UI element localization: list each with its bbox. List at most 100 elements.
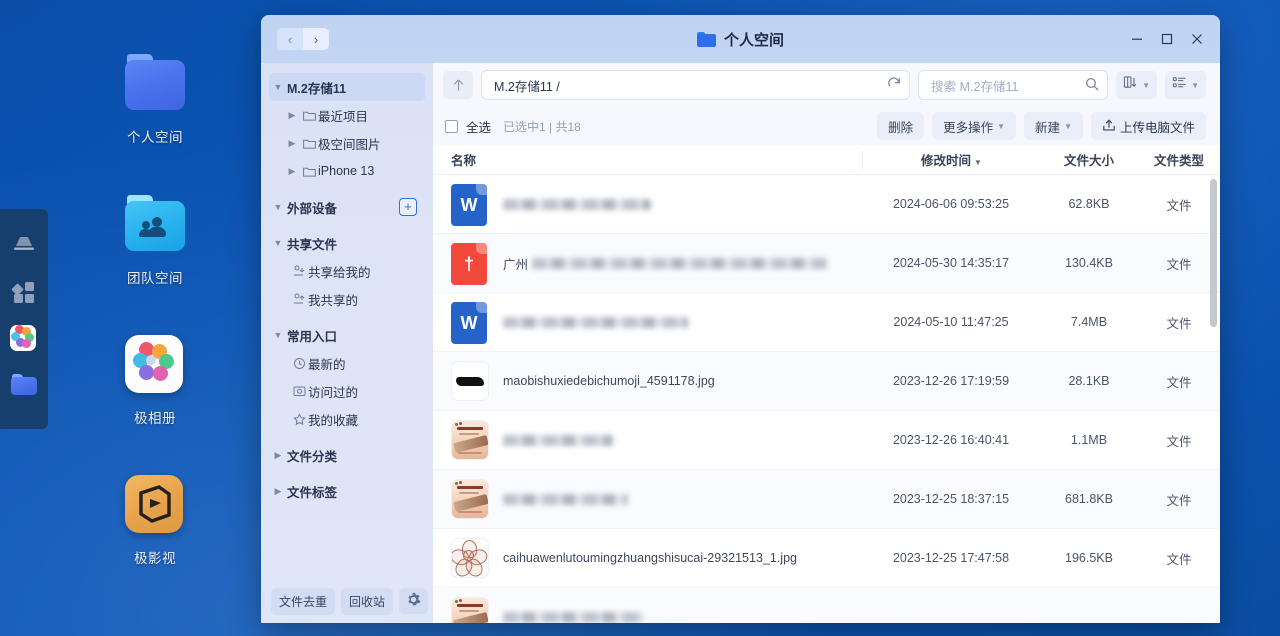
action-label: 更多操作 [943, 120, 994, 135]
chevron-down-icon[interactable]: ▼ [269, 82, 287, 92]
cell-name: maobishuxiedebichumoji_4591178.jpg [433, 359, 862, 403]
sidebar-item-jikong-images[interactable]: ▶ 极空间图片 [269, 129, 425, 157]
select-all-label[interactable]: 全选 [466, 117, 491, 136]
sidebar-item-common-entries[interactable]: ▼ 常用入口 [269, 321, 425, 349]
sidebar-item-label: 最新的 [308, 357, 346, 372]
path-input[interactable]: M.2存储11 / [481, 70, 911, 100]
chevron-right-icon[interactable]: ▶ [283, 110, 301, 121]
chevron-down-icon[interactable]: ▼ [269, 238, 287, 248]
recycle-bin-button[interactable]: 回收站 [341, 587, 394, 615]
search-icon[interactable] [1085, 77, 1099, 94]
cell-name: caihuawenlutoumingzhuangshisucai-2932151… [433, 536, 862, 580]
action-buttons: 删除 更多操作 ▼ 新建 ▼ 上传电脑文件 [877, 112, 1206, 140]
cell-file-type: 文件 [1166, 198, 1192, 213]
table-row[interactable]: 2023-12-26 16:40:41 1.1MB 文件 [433, 411, 1220, 470]
chevron-right-icon[interactable]: ▶ [283, 138, 301, 149]
select-all-checkbox[interactable] [445, 119, 458, 133]
sidebar-item-iphone-13[interactable]: ▶ iPhone 13 [269, 157, 425, 185]
view-mode-button[interactable]: ▼ [1165, 71, 1206, 99]
share-out-icon [291, 293, 308, 305]
photos-app-icon[interactable] [10, 325, 38, 353]
cell-file-type: 文件 [1166, 434, 1192, 449]
desktop-icon-team-space[interactable]: 团队空间 [95, 193, 215, 287]
table-row[interactable]: † 广州 2024-05-30 14:35:17 130.4KB 文件 [433, 234, 1220, 293]
column-header-type[interactable]: 文件类型 [1138, 150, 1220, 169]
go-up-button[interactable] [443, 71, 473, 99]
cell-modified-time: 2024-05-10 11:47:25 [893, 315, 1009, 329]
sidebar-item-file-categories[interactable]: ▶ 文件分类 [269, 441, 425, 469]
forward-button[interactable]: › [303, 28, 329, 50]
sidebar-item-favorites[interactable]: 我的收藏 [269, 405, 425, 433]
desktop-icon-photos-app[interactable]: 极相册 [95, 333, 215, 427]
cell-modified-time: 2023-12-25 17:47:58 [892, 551, 1010, 565]
minimize-button[interactable] [1122, 24, 1152, 54]
sidebar-item-m2-storage[interactable]: ▼ M.2存储11 [269, 73, 425, 101]
settings-button[interactable] [399, 588, 429, 614]
files-folder-icon[interactable] [10, 373, 38, 401]
vertical-scrollbar[interactable] [1210, 179, 1217, 327]
back-button[interactable]: ‹ [277, 28, 303, 50]
refresh-icon[interactable] [887, 77, 901, 93]
folder-people-icon [122, 193, 188, 255]
sort-desc-icon: ▼ [974, 158, 982, 167]
sidebar-item-i-shared[interactable]: 我共享的 [269, 285, 425, 313]
gear-icon [406, 592, 421, 610]
upload-files-button[interactable]: 上传电脑文件 [1090, 112, 1206, 140]
sidebar-item-visited[interactable]: 访问过的 [269, 377, 425, 405]
action-label: 删除 [888, 120, 914, 135]
chevron-right-icon[interactable]: ▶ [269, 486, 287, 497]
sidebar-item-label: 极空间图片 [318, 137, 381, 152]
file-name-redacted [503, 198, 651, 210]
cell-modified-time: 2023-12-26 17:19:59 [892, 374, 1010, 388]
table-row[interactable]: W 2024-06-06 09:53:25 62.8KB 文件 [433, 175, 1220, 234]
desktop-icon-label: 极相册 [134, 411, 176, 426]
table-row[interactable]: maobishuxiedebichumoji_4591178.jpg 2023-1… [433, 352, 1220, 411]
column-header-size[interactable]: 文件大小 [1040, 150, 1138, 169]
new-button[interactable]: 新建 ▼ [1024, 112, 1083, 140]
chevron-right-icon[interactable]: ▶ [283, 166, 301, 177]
chevron-right-icon[interactable]: ▶ [269, 450, 287, 461]
file-name [503, 493, 628, 505]
delete-button[interactable]: 删除 [877, 112, 925, 140]
folder-blue-icon [122, 52, 188, 114]
sidebar-item-shared-files[interactable]: ▼ 共享文件 [269, 229, 425, 257]
sidebar-item-file-tags[interactable]: ▶ 文件标签 [269, 477, 425, 505]
chevron-down-icon[interactable]: ▼ [269, 330, 287, 340]
close-button[interactable] [1182, 24, 1212, 54]
cell-name: W [433, 300, 862, 344]
list-view-icon [1172, 75, 1187, 95]
sidebar-item-shared-with-me[interactable]: 共享给我的 [269, 257, 425, 285]
image-thumbnail [449, 418, 489, 462]
table-row[interactable]: caihuawenlutoumingzhuangshisucai-2932151… [433, 529, 1220, 588]
desktop-icon-video-app[interactable]: 极影视 [95, 473, 215, 567]
add-device-button[interactable]: + [399, 198, 417, 216]
desktop-icon-personal-space[interactable]: 个人空间 [95, 52, 215, 146]
cell-modified-time: 2024-06-06 09:53:25 [892, 197, 1010, 211]
maximize-button[interactable] [1152, 24, 1182, 54]
table-row[interactable] [433, 588, 1220, 623]
main-panel: M.2存储11 / 搜索 M.2存储11 ▼ ▼ 全选 已选中1 | 共18 删… [433, 63, 1220, 623]
sidebar-item-newest[interactable]: 最新的 [269, 349, 425, 377]
action-label: 上传电脑文件 [1119, 120, 1195, 135]
sidebar-item-external-devices[interactable]: ▼ 外部设备 + [269, 193, 425, 221]
table-row[interactable]: W 2024-05-10 11:47:25 7.4MB 文件 [433, 293, 1220, 352]
more-actions-button[interactable]: 更多操作 ▼ [932, 112, 1017, 140]
search-input[interactable]: 搜索 M.2存储11 [918, 70, 1109, 100]
column-header-time[interactable]: 修改时间 ▼ [862, 150, 1040, 169]
device-icon[interactable] [10, 229, 38, 257]
sidebar-item-recent-projects[interactable]: ▶ 最近项目 [269, 101, 425, 129]
sidebar-item-label: 访问过的 [308, 385, 359, 400]
action-label: 新建 [1035, 120, 1061, 135]
sort-button[interactable]: ▼ [1116, 71, 1158, 99]
chevron-down-icon[interactable]: ▼ [269, 202, 287, 212]
folder-icon [696, 31, 716, 47]
file-dedupe-button[interactable]: 文件去重 [271, 587, 336, 615]
cell-name [433, 418, 862, 462]
cell-file-type: 文件 [1166, 375, 1192, 390]
file-name-redacted [532, 257, 828, 269]
chevron-down-icon: ▼ [1191, 80, 1199, 90]
cell-file-size: 28.1KB [1068, 374, 1110, 388]
apps-grid-icon[interactable] [10, 277, 38, 305]
table-row[interactable]: 2023-12-25 18:37:15 681.8KB 文件 [433, 470, 1220, 529]
column-header-name[interactable]: 名称 [433, 150, 862, 169]
